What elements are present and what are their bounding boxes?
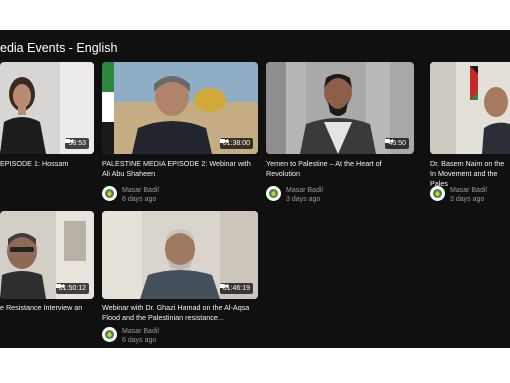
upload-age: 6 days ago bbox=[122, 337, 157, 344]
channel-name[interactable]: Masar Badil bbox=[286, 186, 323, 195]
camera-icon bbox=[219, 139, 228, 143]
video-title[interactable]: EPISODE 1: Hossam bbox=[0, 159, 94, 169]
duration-badge: 58:53 bbox=[65, 138, 89, 149]
video-thumbnail[interactable]: 01:50:12 bbox=[0, 211, 94, 299]
video-thumbnail[interactable]: 58:53 bbox=[0, 62, 94, 154]
channel-info[interactable]: Masar Badil 3 days ago bbox=[266, 186, 323, 204]
channel-logo-icon bbox=[269, 189, 278, 198]
video-title[interactable]: Webinar with Dr. Ghazi Hamad on the Al-A… bbox=[102, 303, 252, 323]
channel-info[interactable]: Masar Badil 6 days ago bbox=[102, 186, 159, 204]
duration-badge: 45:50 bbox=[385, 138, 409, 149]
duration-badge: 01:38:00 bbox=[219, 138, 253, 149]
upload-age: 6 days ago bbox=[122, 196, 157, 203]
channel-name[interactable]: Masar Badil bbox=[122, 327, 159, 336]
duration-badge: 01:50:12 bbox=[55, 283, 89, 294]
channel-avatar[interactable] bbox=[430, 186, 445, 201]
channel-logo-icon bbox=[105, 330, 114, 339]
channel-avatar[interactable] bbox=[102, 186, 117, 201]
video-title[interactable]: PALESTINE MEDIA EPISODE 2: Webinar with … bbox=[102, 159, 252, 179]
camera-icon bbox=[55, 284, 64, 288]
channel-name[interactable]: Masar Badil bbox=[450, 186, 487, 195]
channel-logo-icon bbox=[105, 189, 114, 198]
video-thumbnail[interactable]: 01:46:19 bbox=[102, 211, 258, 299]
duration-badge: 01:46:19 bbox=[219, 283, 253, 294]
channel-info[interactable]: Masar Badil 6 days ago bbox=[102, 327, 159, 345]
upload-age: 3 days ago bbox=[450, 196, 485, 203]
thumbnail-image bbox=[430, 62, 510, 154]
channel-name[interactable]: Masar Badil bbox=[122, 186, 159, 195]
channel-avatar[interactable] bbox=[102, 327, 117, 342]
video-title[interactable]: Yemen to Palestine – At the Heart of Rev… bbox=[266, 159, 412, 179]
section-title: edia Events - English bbox=[0, 41, 118, 55]
video-thumbnail[interactable]: 45:50 bbox=[266, 62, 414, 154]
channel-info[interactable]: Masar Badil 3 days ago bbox=[430, 186, 487, 204]
video-thumbnail[interactable] bbox=[430, 62, 510, 154]
channel-logo-icon bbox=[433, 189, 442, 198]
channel-avatar[interactable] bbox=[266, 186, 281, 201]
video-thumbnail[interactable]: 01:38:00 bbox=[102, 62, 258, 154]
camera-icon bbox=[219, 284, 228, 288]
camera-icon bbox=[65, 139, 74, 143]
upload-age: 3 days ago bbox=[286, 196, 321, 203]
video-title[interactable]: Dr. Basem Naim on the In Movement and th… bbox=[430, 159, 510, 189]
video-title[interactable]: e Resistance Interview an bbox=[0, 303, 94, 313]
camera-icon bbox=[385, 139, 394, 143]
